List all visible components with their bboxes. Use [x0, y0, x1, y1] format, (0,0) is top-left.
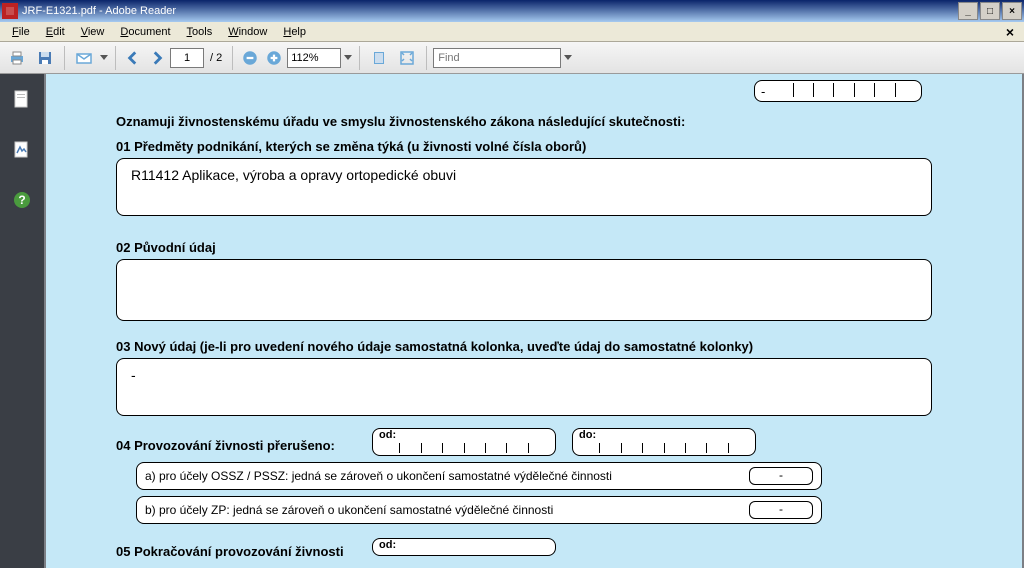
separator: [115, 46, 116, 70]
zoom-out-button[interactable]: [239, 47, 261, 69]
separator: [359, 46, 360, 70]
section-05-label: 05 Pokračování provozování živnosti: [116, 538, 356, 559]
section-04-od-field: od:: [372, 428, 556, 456]
save-button[interactable]: [32, 45, 58, 71]
find-input[interactable]: [433, 48, 561, 68]
section-02-field: [116, 259, 932, 321]
top-tick-value: -: [761, 84, 765, 99]
separator: [232, 46, 233, 70]
section-05-row: 05 Pokračování provozování živnosti od:: [116, 538, 932, 559]
fit-width-button[interactable]: [366, 45, 392, 71]
section-01-field: R11412 Aplikace, výroba a opravy ortoped…: [116, 158, 932, 216]
menu-tools[interactable]: Tools: [179, 24, 221, 40]
doc-close-button[interactable]: ×: [1000, 24, 1020, 40]
menu-view[interactable]: View: [73, 24, 113, 40]
section-03-field: -: [116, 358, 932, 416]
section-02-label: 02 Původní údaj: [116, 240, 932, 255]
page-number-input[interactable]: [170, 48, 204, 68]
section-04b-box: b) pro účely ZP: jedná se zároveň o ukon…: [136, 496, 822, 524]
section-04-label: 04 Provozování živnosti přerušeno:: [116, 428, 356, 453]
section-05-od-field: od:: [372, 538, 556, 556]
section-04b-value: -: [749, 501, 813, 519]
next-page-button[interactable]: [146, 47, 168, 69]
maximize-button[interactable]: □: [980, 2, 1000, 20]
menu-document[interactable]: Document: [112, 24, 178, 40]
minimize-button[interactable]: _: [958, 2, 978, 20]
zoom-in-button[interactable]: [263, 47, 285, 69]
print-button[interactable]: [4, 45, 30, 71]
sign-panel-icon[interactable]: [8, 136, 36, 164]
fit-page-button[interactable]: [394, 45, 420, 71]
section-04-row: 04 Provozování živnosti přerušeno: od: d…: [116, 428, 932, 456]
top-tick-field: -: [754, 80, 922, 102]
menu-window[interactable]: Window: [220, 24, 275, 40]
od-label-2: od:: [379, 539, 396, 551]
pages-panel-icon[interactable]: [8, 86, 36, 114]
section-03-value: -: [131, 367, 136, 383]
separator: [64, 46, 65, 70]
section-01-label: 01 Předměty podnikání, kterých se změna …: [116, 139, 932, 154]
toolbar: / 2: [0, 42, 1024, 74]
do-label: do:: [579, 429, 596, 441]
svg-text:?: ?: [18, 193, 25, 207]
page-total: / 2: [210, 52, 222, 64]
section-04b-text: b) pro účely ZP: jedná se zároveň o ukon…: [145, 503, 749, 517]
section-04-do-field: do:: [572, 428, 756, 456]
close-button[interactable]: ×: [1002, 2, 1022, 20]
section-01-value: R11412 Aplikace, výroba a opravy ortoped…: [131, 167, 456, 183]
menu-file[interactable]: File: [4, 24, 38, 40]
email-button[interactable]: [71, 45, 97, 71]
section-04a-value: -: [749, 467, 813, 485]
help-icon[interactable]: ?: [8, 186, 36, 214]
find-dropdown[interactable]: [563, 55, 573, 60]
section-04a-text: a) pro účely OSSZ / PSSZ: jedná se zárov…: [145, 469, 749, 483]
form-heading: Oznamuji živnostenskému úřadu ve smyslu …: [116, 114, 932, 129]
pdf-page: - Oznamuji živnostenskému úřadu ve smysl…: [46, 74, 1022, 568]
email-dropdown[interactable]: [99, 55, 109, 60]
window-title: JRF-E1321.pdf - Adobe Reader: [22, 5, 958, 17]
separator: [426, 46, 427, 70]
document-area[interactable]: - Oznamuji živnostenskému úřadu ve smysl…: [44, 74, 1024, 568]
zoom-input[interactable]: [287, 48, 341, 68]
section-04a-box: a) pro účely OSSZ / PSSZ: jedná se zárov…: [136, 462, 822, 490]
menu-edit[interactable]: Edit: [38, 24, 73, 40]
zoom-dropdown[interactable]: [343, 55, 353, 60]
menu-help[interactable]: Help: [275, 24, 314, 40]
titlebar: JRF-E1321.pdf - Adobe Reader _ □ ×: [0, 0, 1024, 22]
section-03-label: 03 Nový údaj (je-li pro uvedení nového ú…: [116, 339, 932, 354]
sidebar: ?: [0, 74, 44, 568]
prev-page-button[interactable]: [122, 47, 144, 69]
app-icon: [2, 3, 18, 19]
menubar: File Edit View Document Tools Window Hel…: [0, 22, 1024, 42]
od-label: od:: [379, 429, 396, 441]
